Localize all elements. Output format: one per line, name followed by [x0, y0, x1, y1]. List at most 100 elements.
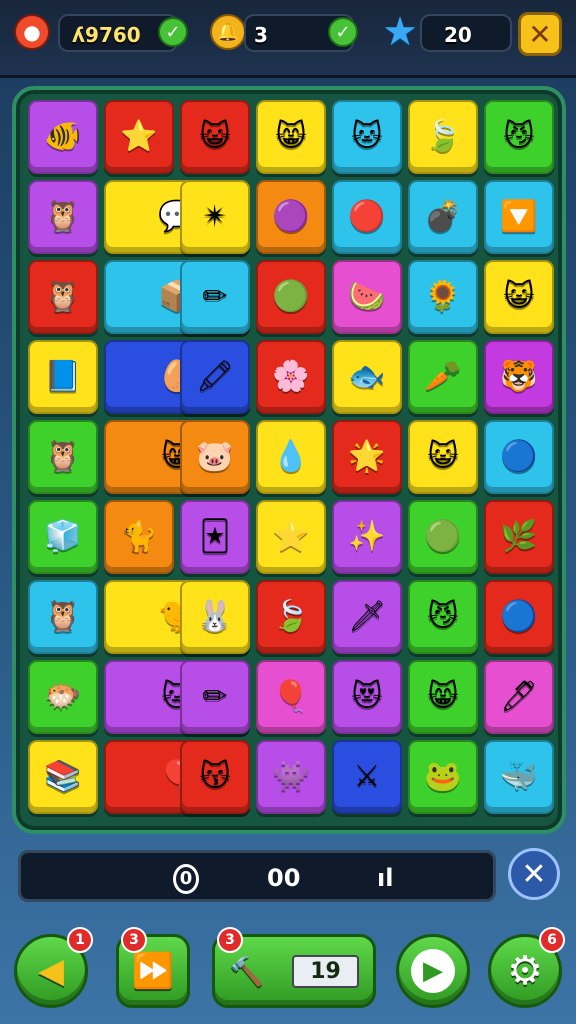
tile-yellow-cat[interactable]: 🐯 — [484, 340, 554, 414]
tile-grid: 🐠 ⭐ 😺 😸 🐱 🍃 😼 🦉 💬 ✴ 🟣 🔴 💣 🔽 🦉 📦 ✏ 🟢 🍉 🌻 😺 📘 🥚 🖍 🌸 🐟 🥕 🐯 🦉 😸 🐷 💧 🌟 😺 🔵 🧊 🐈 🃏 ⭐ ✨… — [28, 100, 558, 828]
tile-sun-flower[interactable]: 🌻 — [408, 260, 478, 334]
tile-blue-book[interactable]: 📚 — [28, 740, 98, 814]
close-icon[interactable]: ✕ — [518, 12, 562, 56]
tile-owl-face[interactable]: 🦉 — [28, 420, 98, 494]
tile-blue-cat[interactable]: 🐳 — [484, 740, 554, 814]
cat-silhouette-icon: 🐈 — [120, 519, 158, 554]
tile-green-leaf[interactable]: 🍃 — [256, 580, 326, 654]
tile-orange-carrot[interactable]: 🥕 — [408, 340, 478, 414]
undo-button[interactable]: ◀ 1 — [14, 927, 93, 1008]
settings-button[interactable]: ⚙ 6 — [488, 927, 565, 1008]
tile-orange-fish[interactable]: 🐠 — [28, 100, 98, 174]
tile-cat-silhouette[interactable]: 🐈 — [104, 500, 174, 574]
stars-pill: 20 — [420, 14, 512, 52]
tile-red-bomb[interactable]: 💣 — [408, 180, 478, 254]
check-icon: ✓ — [158, 17, 188, 47]
tile-red-ball[interactable]: 🔴 — [332, 180, 402, 254]
tile-green-bubble[interactable]: 🟢 — [408, 500, 478, 574]
pink-flower-icon: 🌸 — [272, 359, 310, 394]
fast-forward-icon: ⏩ — [131, 951, 175, 991]
tile-brown-owl[interactable]: 🦉 — [28, 580, 98, 654]
gear-icon: ⚙ — [507, 948, 543, 994]
owl-face-icon: 🦉 — [44, 439, 82, 474]
blue-star-icon: ★ — [382, 9, 418, 55]
tile-yellow-star[interactable]: ⭐ — [256, 500, 326, 574]
tile-pink-pig[interactable]: 🐷 — [180, 420, 250, 494]
brown-owl-icon: 🦉 — [44, 279, 82, 314]
tile-red-ball[interactable]: 🎈 — [256, 660, 326, 734]
tile-card[interactable]: 🃏 — [180, 500, 250, 574]
left-arrow-icon: ◀ — [37, 951, 65, 991]
orange-cat-icon: 😼 — [503, 119, 535, 154]
purple-blob-icon: 🟣 — [272, 199, 310, 234]
sun-flower-icon: 🌻 — [424, 279, 462, 314]
tile-arrow-flag[interactable]: 🔽 — [484, 180, 554, 254]
tile-orange-star[interactable]: 🌟 — [332, 420, 402, 494]
hammer-button[interactable]: 🔨 19 3 — [212, 927, 376, 1008]
tile-green-fish[interactable]: 🐟 — [332, 340, 402, 414]
red-ball-icon: 🔴 — [348, 199, 386, 234]
tile-purple-leaf[interactable]: 🍃 — [408, 100, 478, 174]
tile-orange-star[interactable]: ✨ — [332, 500, 402, 574]
tile-blue-book[interactable]: 📘 — [28, 340, 98, 414]
tile-bird-star[interactable]: ✴ — [180, 180, 250, 254]
brown-owl-icon: 🦉 — [44, 599, 82, 634]
tile-yellow-cat[interactable]: 😺 — [408, 420, 478, 494]
red-ball-icon: 🎈 — [272, 679, 310, 714]
tile-brown-owl[interactable]: 🦉 — [28, 260, 98, 334]
sword-icon: ⚔ — [353, 759, 381, 794]
pause-icon[interactable]: ıl — [377, 864, 393, 892]
tile-blue-ball[interactable]: 🔵 — [484, 580, 554, 654]
tile-purple-blob[interactable]: 👾 — [256, 740, 326, 814]
green-fish-icon: 🐟 — [348, 359, 386, 394]
gold-bell-icon: 🔔 — [210, 14, 246, 50]
tile-blue-drop[interactable]: 🔵 — [484, 420, 554, 494]
tile-pencil[interactable]: 🖍 — [180, 340, 250, 414]
orange-fish-icon: 🐡 — [44, 679, 82, 714]
brown-owl-icon: 🦉 — [44, 199, 82, 234]
tile-orange-cat[interactable]: 😼 — [484, 100, 554, 174]
tile-orange-cat[interactable]: 😺 — [484, 260, 554, 334]
tile-pencil[interactable]: ✏ — [180, 660, 250, 734]
yellow-star-icon: ⭐ — [272, 519, 310, 554]
purple-blob-icon: 👾 — [272, 759, 310, 794]
tile-pink-cat[interactable]: 🐰 — [180, 580, 250, 654]
pink-cat-icon: 🐰 — [196, 599, 234, 634]
tile-cube-box[interactable]: 🧊 — [28, 500, 98, 574]
bird-star-icon: ✴ — [202, 199, 228, 234]
tile-green-leaf[interactable]: 🌿 — [484, 500, 554, 574]
tile-blue-star[interactable]: ⭐ — [104, 100, 174, 174]
fast-forward-button[interactable]: ⏩ 3 — [116, 927, 190, 1008]
tile-purple-blob[interactable]: 🟣 — [256, 180, 326, 254]
blue-book-icon: 📘 — [44, 359, 82, 394]
tile-sword[interactable]: 🗡 — [332, 580, 402, 654]
tile-pink-cat[interactable]: 😽 — [180, 740, 250, 814]
orange-cat-icon: 😸 — [427, 679, 459, 714]
tile-green-cat[interactable]: 🐱 — [332, 100, 402, 174]
tile-orange-cat[interactable]: 😼 — [408, 580, 478, 654]
pencil-icon: 🖊 — [499, 679, 539, 714]
orange-cat-icon: 😼 — [427, 599, 459, 634]
blue-drop-icon: 💧 — [272, 439, 310, 474]
close-icon[interactable]: ✕ — [508, 848, 560, 900]
tile-pink-cat[interactable]: 😺 — [180, 100, 250, 174]
tile-yellow-cat[interactable]: 😻 — [332, 660, 402, 734]
tile-green-smile[interactable]: 🟢 — [256, 260, 326, 334]
tile-orange-cat[interactable]: 😸 — [408, 660, 478, 734]
tile-watermelon[interactable]: 🍉 — [332, 260, 402, 334]
tile-pencil[interactable]: ✏ — [180, 260, 250, 334]
play-button[interactable]: ▶ — [396, 934, 470, 1008]
tile-orange-fish[interactable]: 🐡 — [28, 660, 98, 734]
yellow-cat-icon: 😺 — [427, 439, 459, 474]
tile-sword[interactable]: ⚔ — [332, 740, 402, 814]
tile-green-cat[interactable]: 🐸 — [408, 740, 478, 814]
tile-blue-drop[interactable]: 💧 — [256, 420, 326, 494]
tile-brown-owl[interactable]: 🦉 — [28, 180, 98, 254]
tile-orange-cat[interactable]: 😸 — [256, 100, 326, 174]
green-leaf-icon: 🍃 — [272, 599, 310, 634]
card-icon: 🃏 — [199, 519, 231, 554]
tile-pink-flower[interactable]: 🌸 — [256, 340, 326, 414]
orange-cat-icon: 😺 — [503, 279, 535, 314]
sword-icon: 🗡 — [347, 599, 387, 634]
tile-pencil[interactable]: 🖊 — [484, 660, 554, 734]
